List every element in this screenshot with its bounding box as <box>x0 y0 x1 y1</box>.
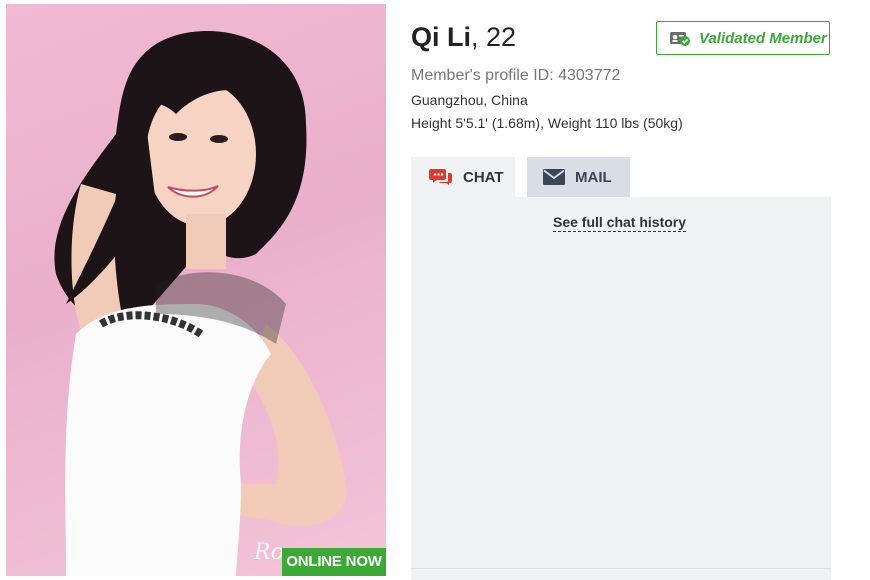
profile-age: , 22 <box>471 22 517 52</box>
profile-id: Member's profile ID: 4303772 <box>411 67 621 84</box>
profile-name: Qi Li <box>411 22 471 52</box>
envelope-icon <box>543 169 565 185</box>
tab-mail[interactable]: MAIL <box>527 157 630 197</box>
tab-mail-label: MAIL <box>575 168 612 186</box>
profile-location: Guangzhou, China <box>411 92 528 108</box>
chat-panel-divider <box>411 568 831 569</box>
profile-name-age: Qi Li, 22 <box>411 22 516 53</box>
chat-bubbles-icon <box>429 167 453 187</box>
validated-member-badge[interactable]: Validated Member <box>656 21 830 55</box>
profile-height-weight: Height 5'5.1' (1.68m), Weight 110 lbs (5… <box>411 115 683 131</box>
tab-chat-label: CHAT <box>463 168 504 186</box>
profile-photo[interactable]: Ro ONLINE NOW <box>6 4 386 576</box>
see-chat-history-link[interactable]: See full chat history <box>553 214 687 232</box>
online-status-badge: ONLINE NOW <box>282 548 386 576</box>
validated-member-label: Validated Member <box>699 29 827 47</box>
chat-panel <box>411 197 831 580</box>
photo-watermark: Ro <box>254 540 284 565</box>
tab-chat[interactable]: CHAT <box>411 157 515 197</box>
id-card-check-icon <box>669 29 691 47</box>
profile-photo-image <box>54 30 347 576</box>
